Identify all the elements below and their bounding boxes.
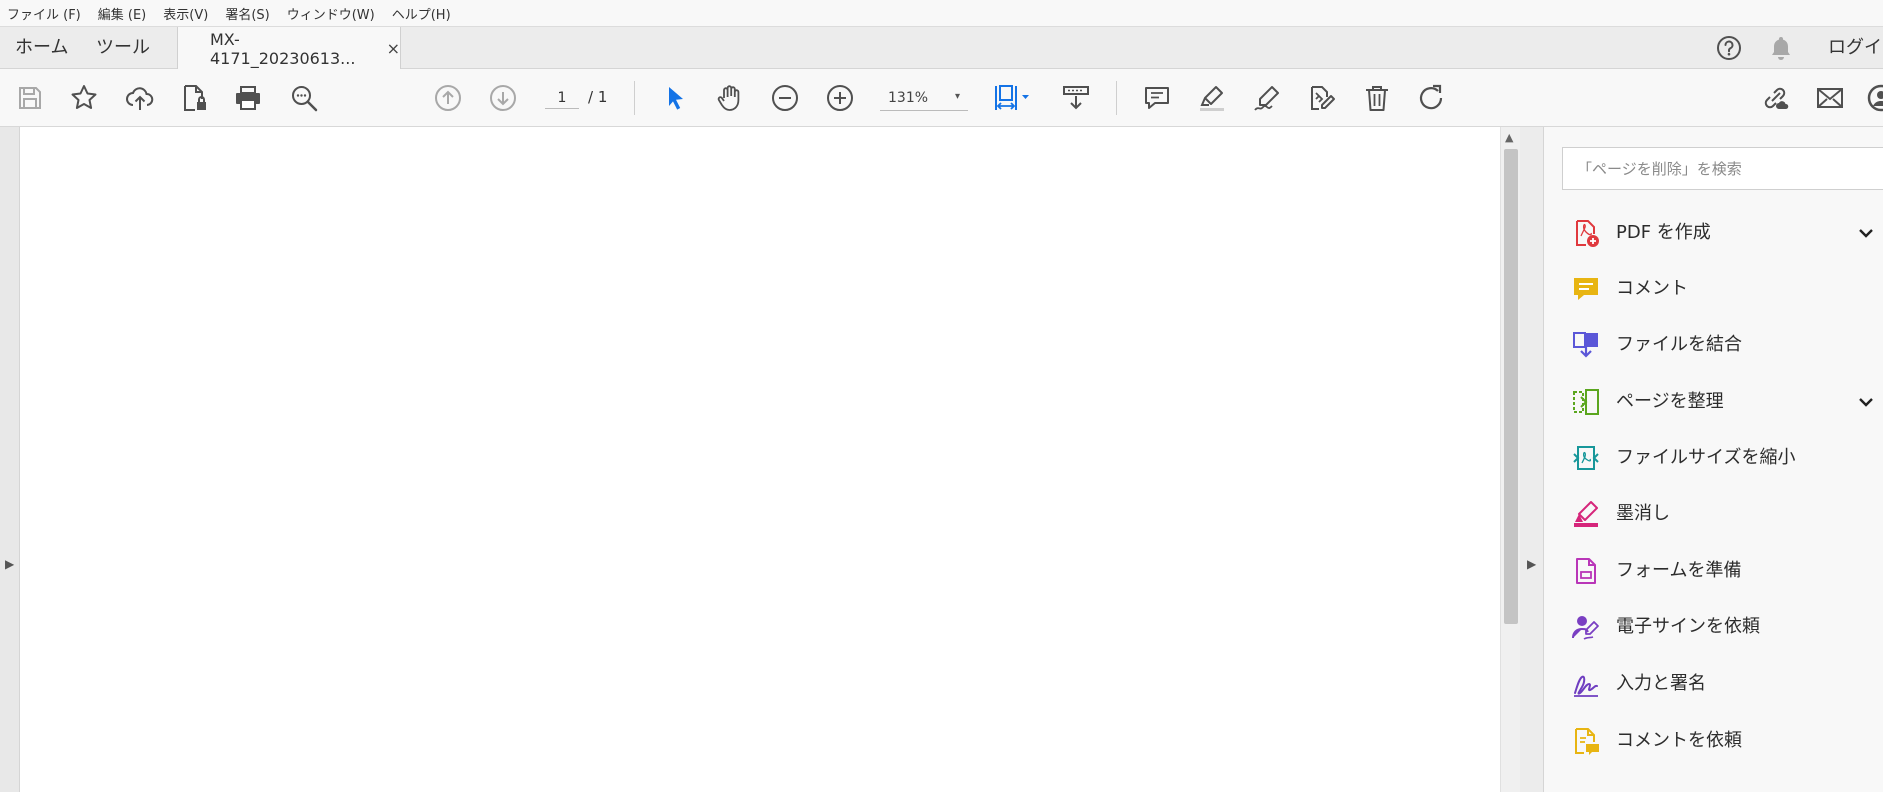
prepare-form-icon — [1570, 555, 1602, 587]
request-esign-icon — [1570, 611, 1602, 643]
hand-tool-icon[interactable] — [714, 82, 746, 114]
menu-window[interactable]: ウィンドウ(W) — [287, 4, 375, 23]
tool-combine-files[interactable]: ファイルを結合 — [1544, 321, 1883, 369]
send-for-comments-icon — [1570, 725, 1602, 757]
select-cursor-icon[interactable] — [659, 82, 691, 114]
tool-label: コメントを依頼 — [1616, 730, 1742, 751]
tool-label: ページを整理 — [1616, 391, 1724, 412]
share-link-icon[interactable] — [1759, 82, 1791, 114]
highlighter-icon[interactable] — [1196, 82, 1228, 114]
document-tab-title: MX-4171_20230613... — [210, 29, 356, 68]
print-icon[interactable] — [232, 82, 264, 114]
chevron-down-icon: ▾ — [954, 91, 960, 102]
close-tab-button[interactable]: × — [387, 39, 400, 58]
combine-files-icon — [1570, 329, 1602, 361]
save-icon[interactable] — [14, 82, 46, 114]
tab-bar: ホーム ツール MX-4171_20230613... × ログイン — [0, 26, 1883, 70]
document-page[interactable] — [20, 127, 1500, 792]
scroll-mode-icon[interactable] — [1060, 82, 1092, 114]
fill-sign-icon — [1570, 668, 1602, 700]
collapse-tools-pane-icon[interactable]: ▶ — [1527, 557, 1536, 571]
edit-text-icon[interactable] — [1306, 82, 1338, 114]
menu-help[interactable]: ヘルプ(H) — [392, 4, 451, 23]
help-icon[interactable] — [1714, 33, 1744, 63]
protect-file-icon[interactable] — [178, 82, 210, 114]
tool-fill-sign[interactable]: 入力と署名 — [1544, 660, 1883, 708]
menu-view[interactable]: 表示(V) — [163, 4, 208, 23]
menu-bar: ファイル (F) 編集 (E) 表示(V) 署名(S) ウィンドウ(W) ヘルプ… — [0, 0, 1883, 26]
chevron-down-icon[interactable] — [1856, 392, 1876, 412]
tools-search-input[interactable] — [1562, 147, 1883, 190]
tool-label: 墨消し — [1616, 503, 1670, 524]
cloud-upload-icon[interactable] — [124, 82, 156, 114]
toolbar-separator — [1116, 81, 1117, 115]
tab-document[interactable]: MX-4171_20230613... × — [177, 27, 401, 70]
comment-icon[interactable] — [1141, 82, 1173, 114]
tool-prepare-form[interactable]: フォームを準備 — [1544, 547, 1883, 595]
document-scrollbar[interactable]: ▲ — [1500, 127, 1520, 792]
redact-icon — [1570, 498, 1602, 530]
page-number-input[interactable] — [545, 87, 579, 109]
page-fit-icon[interactable] — [992, 82, 1036, 114]
rotate-icon[interactable] — [1415, 82, 1447, 114]
tool-label: 入力と署名 — [1616, 673, 1706, 694]
tool-redact[interactable]: 墨消し — [1544, 490, 1883, 538]
zoom-level-dropdown[interactable]: 131% ▾ — [880, 85, 968, 111]
create-pdf-icon — [1570, 217, 1602, 249]
chevron-down-icon[interactable] — [1856, 223, 1876, 243]
comment-tool-icon — [1570, 273, 1602, 305]
menu-file[interactable]: ファイル (F) — [7, 4, 81, 23]
login-link[interactable]: ログイン — [1828, 27, 1883, 69]
tool-label: ファイルサイズを縮小 — [1616, 447, 1796, 468]
account-icon[interactable] — [1866, 82, 1883, 114]
scrollbar-thumb[interactable] — [1504, 149, 1518, 624]
tab-home[interactable]: ホーム — [15, 27, 68, 69]
organize-pages-icon — [1570, 386, 1602, 418]
main-toolbar: / 1 131% ▾ — [0, 69, 1883, 127]
tool-label: 電子サインを依頼 — [1616, 616, 1760, 637]
draw-pen-icon[interactable] — [1251, 82, 1283, 114]
tool-compress-pdf[interactable]: ファイルサイズを縮小 — [1544, 434, 1883, 482]
tool-label: PDF を作成 — [1616, 222, 1711, 243]
search-icon[interactable] — [288, 82, 320, 114]
trash-icon[interactable] — [1361, 82, 1393, 114]
compress-pdf-icon — [1570, 442, 1602, 474]
next-page-icon[interactable] — [487, 82, 519, 114]
menu-edit[interactable]: 編集 (E) — [98, 4, 147, 23]
scroll-up-icon[interactable]: ▲ — [1505, 131, 1513, 144]
tool-organize-pages[interactable]: ページを整理 — [1544, 378, 1883, 426]
tool-create-pdf[interactable]: PDF を作成 — [1544, 209, 1883, 257]
tool-label: ファイルを結合 — [1616, 334, 1742, 355]
tool-request-esign[interactable]: 電子サインを依頼 — [1544, 603, 1883, 651]
menu-sign[interactable]: 署名(S) — [225, 4, 269, 23]
bell-icon[interactable] — [1766, 33, 1796, 63]
zoom-out-icon[interactable] — [769, 82, 801, 114]
page-total-label: / 1 — [588, 88, 608, 106]
tool-label: コメント — [1616, 278, 1688, 299]
mail-icon[interactable] — [1814, 82, 1846, 114]
tools-pane: PDF を作成 コメント ファイルを結合 ページを整理 ファイルサイズを縮小 墨… — [1544, 127, 1883, 792]
tab-tools[interactable]: ツール — [96, 27, 150, 69]
zoom-in-icon[interactable] — [824, 82, 856, 114]
tool-comment[interactable]: コメント — [1544, 265, 1883, 313]
bookmark-star-icon[interactable] — [68, 82, 100, 114]
tools-pane-toggle-strip: ▶ — [1520, 127, 1544, 792]
left-navigation-pane: ▶ — [0, 127, 20, 792]
toolbar-separator — [634, 81, 635, 115]
tool-label: フォームを準備 — [1616, 560, 1742, 581]
tool-send-for-comments[interactable]: コメントを依頼 — [1544, 717, 1883, 765]
previous-page-icon[interactable] — [432, 82, 464, 114]
expand-left-pane-icon[interactable]: ▶ — [5, 557, 14, 571]
zoom-level-value: 131% — [888, 89, 929, 106]
